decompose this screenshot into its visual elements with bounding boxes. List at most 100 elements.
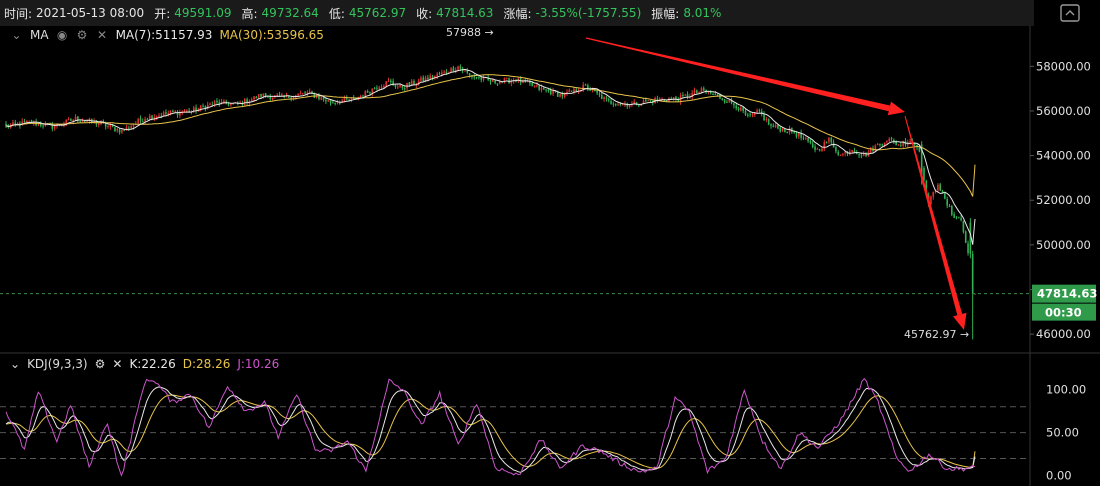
candle-body [842,153,844,155]
kdj-tick-label: 50.00 [1046,426,1079,440]
candle-body [158,115,160,117]
candle-body [605,97,608,99]
price-tick-label: 56000.00 [1036,104,1091,118]
candle-body [696,90,698,93]
candle-body [130,126,132,129]
candle-body [148,115,151,119]
close-label: 收: [416,6,433,21]
candle-body [881,144,884,146]
candle-body [858,153,860,156]
candle-body [457,66,459,70]
candle-body [607,98,610,101]
k-line [5,386,976,473]
current-price-label: 47814.63 [1037,287,1097,301]
close-icon[interactable]: ✕ [112,357,122,371]
candle-body [362,95,364,97]
candle-body [642,100,645,104]
candle-body [494,79,496,84]
candle-body [297,94,299,96]
candle-body [445,71,448,74]
candle-body [547,89,550,91]
candle-body [661,98,663,100]
candle-body [19,122,21,126]
change-label: 涨幅: [503,6,532,21]
candle-body [424,77,427,81]
candle-body [125,127,128,130]
candle-body [594,88,596,92]
candle-body [893,139,895,142]
candle-body [278,94,281,96]
candle-body [181,112,183,114]
candle-body [434,75,436,78]
candle-body [830,137,833,143]
settings-icon[interactable]: ⚙ [76,28,89,42]
candle-body [844,151,846,154]
price-tick-label: 48000.00 [1036,283,1091,297]
candle-body [454,69,457,72]
candle-body [886,140,888,143]
crash-arrow-shaft [904,115,963,316]
current-price-badge [1032,284,1096,303]
candle-body [37,123,40,126]
chevron-down-icon[interactable]: ⌄ [10,357,20,371]
candle-body [336,102,339,104]
candle-body [788,128,791,133]
collapse-icon[interactable] [1060,4,1080,22]
candle-body [192,107,195,111]
candle-body [378,87,381,89]
candle-body [56,123,58,126]
chevron-down-icon[interactable]: ⌄ [10,28,23,42]
candle-body [450,68,452,73]
candle-body [329,100,332,103]
candle-body [399,85,401,87]
ohlc-info-bar: 时间: 2021-05-13 08:00 开: 49591.09 高: 4973… [0,0,1034,26]
close-icon[interactable]: ✕ [96,28,109,42]
candle-body [672,97,675,99]
candle-body [860,155,863,157]
candle-body [649,100,652,102]
candle-body [927,195,930,205]
candle-body [668,98,670,102]
candle-body [116,128,119,131]
candle-body [633,101,636,104]
candle-body [42,125,44,127]
candle-body [308,91,311,93]
candle-body [206,104,209,109]
k-value: K:22.26 [129,357,176,371]
candle-body [846,152,849,155]
candle-body [517,78,520,82]
candle-body [21,121,24,126]
candle-body [802,137,805,139]
candle-body [65,119,68,124]
candle-body [955,217,958,219]
candle-body [473,76,476,78]
candle-body [580,89,582,92]
candle-body [139,118,142,121]
candle-body [253,96,255,100]
candle-body [614,103,617,106]
candle-body [967,243,969,253]
candle-body [153,117,156,119]
candle-body [311,91,313,94]
candle-body [392,81,394,86]
candle-body [88,118,91,122]
countdown-badge [1032,303,1096,321]
candlestick-series [5,64,976,340]
candle-body [339,102,341,104]
candle-body [257,94,260,98]
candle-body [549,90,552,95]
candle-body [355,98,357,100]
price-chart[interactable]: 57988 → 45762.97 → 58000.00 56000.00 54000.… [0,0,1100,486]
candle-body [573,88,575,93]
open-label: 开: [154,6,171,21]
settings-icon[interactable]: ⚙ [95,357,106,371]
candle-body [401,84,404,88]
kdj-tick-label: 100.00 [1046,383,1086,397]
candle-body [394,85,397,87]
candle-body [464,70,466,72]
candle-body [559,93,561,97]
candle-body [408,82,411,86]
eye-icon[interactable]: ◉ [56,28,69,42]
candle-body [49,123,51,125]
candle-body [524,79,527,83]
